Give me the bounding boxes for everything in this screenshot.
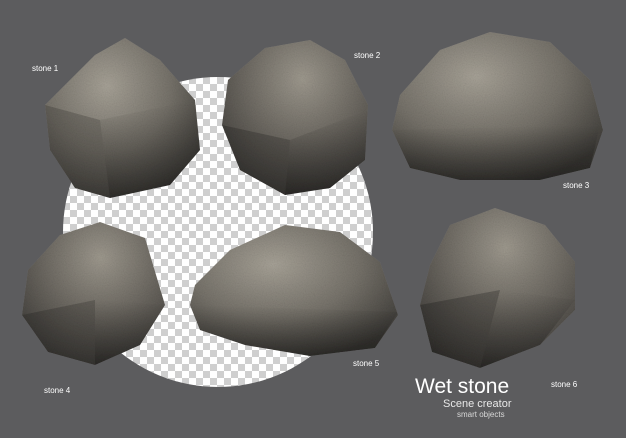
scene-canvas	[22, 32, 603, 387]
stone-1-label: stone 1	[32, 64, 59, 73]
title-subtitle: Scene creator	[443, 398, 512, 410]
stone-1-image	[45, 38, 200, 198]
stone-6-image	[420, 208, 575, 368]
title-block: Wet stone Scene creator smart objects	[415, 375, 512, 420]
stone-3-image	[392, 32, 603, 180]
stone-2-label: stone 2	[354, 51, 381, 60]
title-main: Wet stone	[415, 375, 510, 398]
stone-2-image	[222, 40, 368, 195]
title-tagline: smart objects	[457, 410, 505, 419]
stone-5-label: stone 5	[353, 359, 380, 368]
stone-3-label: stone 3	[563, 181, 590, 190]
stone-4-label: stone 4	[44, 386, 71, 395]
stone-6-label: stone 6	[551, 380, 578, 389]
